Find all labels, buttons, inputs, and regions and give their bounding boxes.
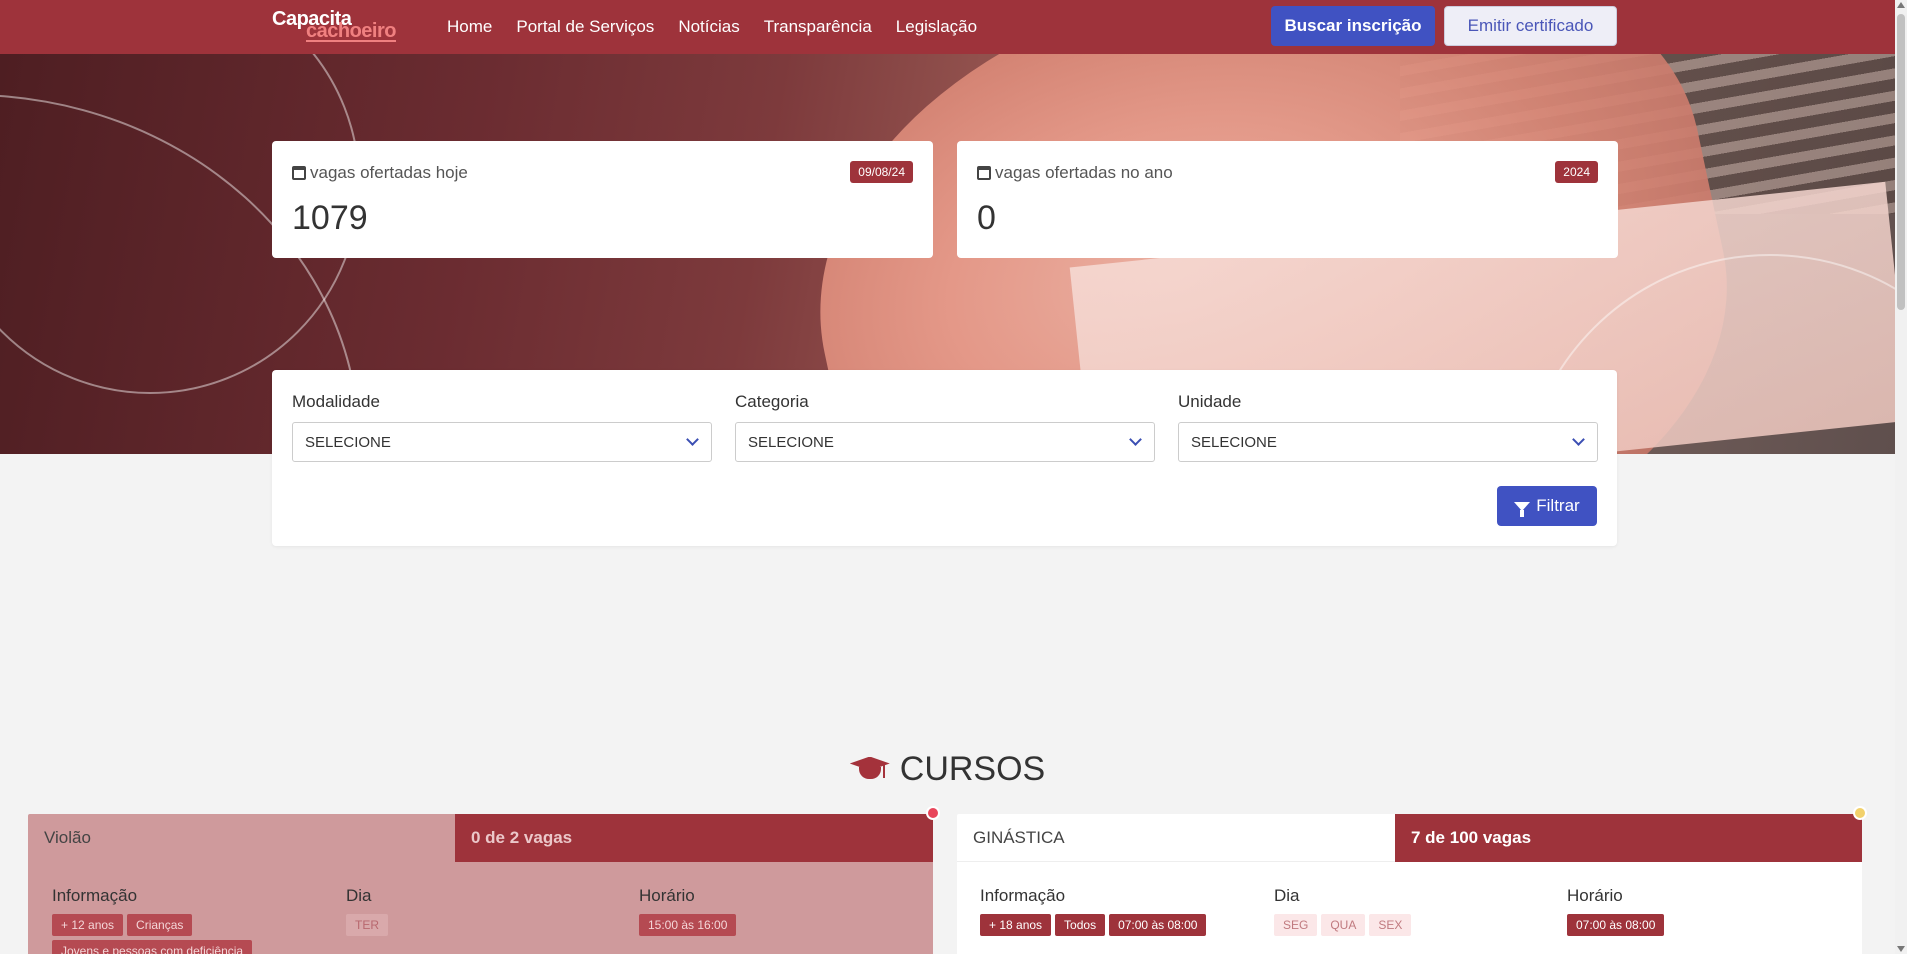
scroll-down-icon[interactable] (1897, 946, 1905, 952)
info-tag: Jovens e pessoas com deficiência (52, 940, 253, 954)
info-tags: + 12 anos Crianças Jovens e pessoas com … (52, 914, 342, 954)
calendar-check-icon (292, 166, 306, 180)
dia-tag: QUA (1321, 914, 1366, 936)
stat-year-badge: 2024 (1555, 161, 1598, 183)
nav-link-transparencia[interactable]: Transparência (764, 17, 872, 37)
info-title: Informação (980, 886, 1066, 905)
modalidade-select-value: SELECIONE (305, 433, 391, 451)
nav-link-portal-servicos[interactable]: Portal de Serviços (516, 17, 654, 37)
graduation-cap-icon (849, 755, 890, 785)
modalidade-select[interactable]: SELECIONE (292, 422, 712, 462)
dia-tags: SEG QUA SEX (1274, 914, 1412, 936)
filter-panel: Modalidade SELECIONE Categoria SELECIONE… (272, 370, 1617, 546)
info-tag: Crianças (127, 914, 193, 936)
filter-modalidade: Modalidade SELECIONE (292, 392, 712, 462)
brand-line2: cachoeiro (306, 20, 396, 42)
course-name: GINÁSTICA (973, 828, 1065, 847)
emitir-certificado-button[interactable]: Emitir certificado (1444, 6, 1617, 46)
course-card-header: Violão 0 de 2 vagas (28, 814, 933, 862)
dia-tags: TER (346, 914, 388, 936)
stat-today-label: vagas ofertadas hoje (310, 163, 468, 182)
categoria-select-value: SELECIONE (748, 433, 834, 451)
unidade-select[interactable]: SELECIONE (1178, 422, 1598, 462)
course-dia-col: Dia SEG QUA SEX (1274, 886, 1412, 936)
horario-tag: 15:00 às 16:00 (639, 914, 737, 936)
filter-categoria: Categoria SELECIONE (735, 392, 1155, 462)
course-info-col: Informação + 12 anos Crianças Jovens e p… (52, 886, 342, 954)
main-nav: Home Portal de Serviços Notícias Transpa… (447, 0, 977, 54)
filter-unidade: Unidade SELECIONE (1178, 392, 1598, 462)
info-tag: + 18 anos (980, 914, 1052, 936)
info-tag: 07:00 às 08:00 (1109, 914, 1207, 936)
scrollbar-thumb[interactable] (1897, 14, 1905, 310)
course-card-violao[interactable]: Violão 0 de 2 vagas Informação + 12 anos… (28, 814, 933, 954)
stat-today-label-row: vagas ofertadas hoje (292, 163, 468, 183)
filtrar-button-label: Filtrar (1536, 496, 1580, 515)
course-card-header: GINÁSTICA 7 de 100 vagas (957, 814, 1862, 862)
buscar-inscricao-button[interactable]: Buscar inscrição (1271, 6, 1435, 46)
info-title: Informação (52, 886, 138, 905)
categoria-select[interactable]: SELECIONE (735, 422, 1155, 462)
nav-link-legislacao[interactable]: Legislação (896, 17, 977, 37)
page-scrollbar[interactable] (1895, 0, 1907, 954)
brand-logo[interactable]: Capacita cachoeiro (272, 8, 427, 44)
nav-link-home[interactable]: Home (447, 17, 492, 37)
top-navbar: Capacita cachoeiro Home Portal de Serviç… (0, 0, 1895, 54)
course-horario-col: Horário 15:00 às 16:00 (639, 886, 737, 936)
course-info-col: Informação + 18 anos Todos 07:00 às 08:0… (980, 886, 1270, 936)
horario-tags: 15:00 às 16:00 (639, 914, 737, 936)
filtrar-button[interactable]: Filtrar (1497, 486, 1597, 526)
course-vagas: 0 de 2 vagas (455, 814, 933, 862)
chevron-down-icon (1572, 433, 1585, 446)
course-horario-col: Horário 07:00 às 08:00 (1567, 886, 1665, 936)
dia-tag: SEG (1274, 914, 1318, 936)
unidade-select-value: SELECIONE (1191, 433, 1277, 451)
stat-today-date-badge: 09/08/24 (850, 161, 913, 183)
dia-title: Dia (346, 886, 372, 905)
horario-tags: 07:00 às 08:00 (1567, 914, 1665, 936)
cursos-heading: CURSOS (0, 750, 1895, 789)
scroll-up-icon[interactable] (1897, 2, 1905, 8)
stat-year-label: vagas ofertadas no ano (995, 163, 1173, 182)
horario-title: Horário (639, 886, 695, 905)
stat-card-year: vagas ofertadas no ano 2024 0 (957, 141, 1618, 258)
chevron-down-icon (1129, 433, 1142, 446)
course-dia-col: Dia TER (346, 886, 388, 936)
stat-year-label-row: vagas ofertadas no ano (977, 163, 1173, 183)
info-tag: + 12 anos (52, 914, 124, 936)
status-dot-ginastica (1853, 806, 1867, 820)
horario-tag: 07:00 às 08:00 (1567, 914, 1665, 936)
dia-tag: SEX (1369, 914, 1412, 936)
horario-title: Horário (1567, 886, 1623, 905)
unidade-label: Unidade (1178, 392, 1242, 411)
dia-tag: TER (346, 914, 388, 936)
course-vagas: 7 de 100 vagas (1395, 814, 1862, 862)
status-dot-violao (926, 806, 940, 820)
funnel-icon (1514, 501, 1531, 517)
stat-year-value: 0 (977, 199, 996, 237)
chevron-down-icon (686, 433, 699, 446)
nav-link-noticias[interactable]: Notícias (678, 17, 739, 37)
info-tags: + 18 anos Todos 07:00 às 08:00 (980, 914, 1270, 936)
course-name: Violão (44, 828, 91, 847)
info-tag: Todos (1055, 914, 1106, 936)
course-card-ginastica[interactable]: GINÁSTICA 7 de 100 vagas Informação + 18… (957, 814, 1862, 954)
categoria-label: Categoria (735, 392, 809, 411)
calendar-icon (977, 166, 991, 180)
dia-title: Dia (1274, 886, 1300, 905)
stat-today-value: 1079 (292, 199, 368, 237)
stat-card-today: vagas ofertadas hoje 09/08/24 1079 (272, 141, 933, 258)
cursos-title-text: CURSOS (899, 750, 1046, 788)
modalidade-label: Modalidade (292, 392, 380, 411)
